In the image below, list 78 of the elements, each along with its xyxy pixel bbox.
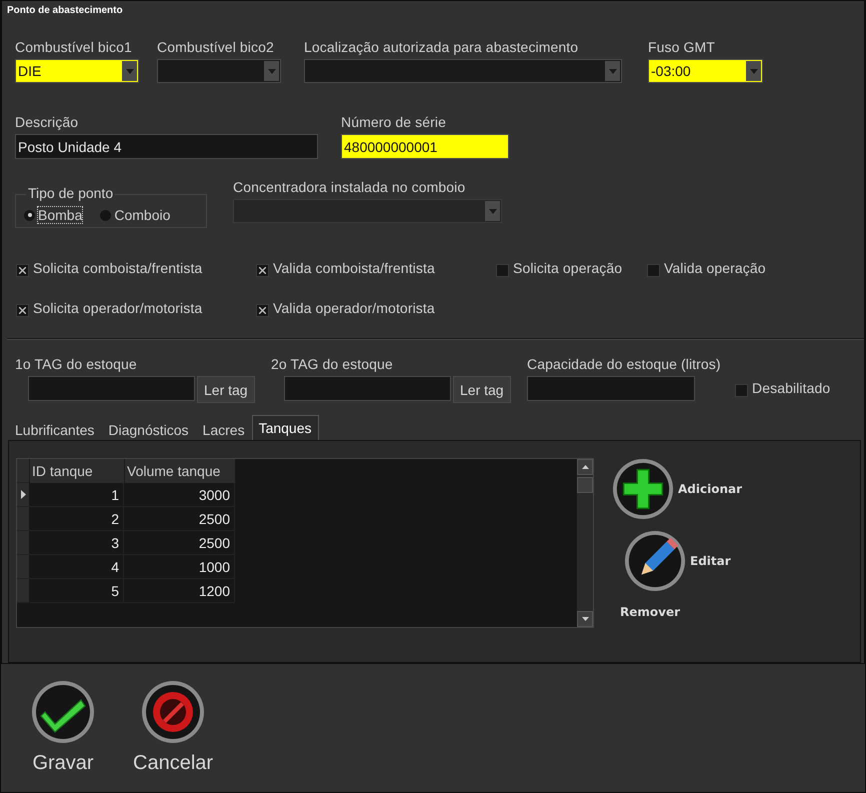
table-cell: 1200 xyxy=(124,579,235,603)
field-label: Combustível bico2 xyxy=(157,39,275,57)
checkbox[interactable] xyxy=(496,264,509,276)
action-button[interactable]: Remover xyxy=(620,602,742,622)
field-label: Concentradora instalada no comboio xyxy=(233,179,466,197)
column-header[interactable]: Volume tanque xyxy=(124,459,235,483)
plus-icon xyxy=(612,458,674,520)
table-cell: 3000 xyxy=(124,483,235,507)
checkbox-label: Solicita comboista/frentista xyxy=(33,260,202,278)
checkbox-label: Desabilitado xyxy=(752,380,830,398)
action-button[interactable]: Adicionar xyxy=(612,458,742,520)
checkbox[interactable] xyxy=(647,264,660,276)
table-cell: 5 xyxy=(29,579,124,603)
table-cell: 1000 xyxy=(124,555,235,579)
read-tag-button[interactable]: Ler tag xyxy=(453,376,511,403)
scroll-up-icon xyxy=(582,465,588,469)
group-title: Ponto de abastecimento xyxy=(7,5,124,18)
table-cell: 3 xyxy=(29,531,124,555)
radio-button[interactable] xyxy=(100,210,112,220)
field-label: 2o TAG do estoque xyxy=(271,356,394,374)
checkbox[interactable] xyxy=(16,304,29,316)
checkbox-label: Valida comboista/frentista xyxy=(273,260,435,278)
field-label: Descrição xyxy=(15,114,80,132)
dropdown-arrow-icon xyxy=(268,68,276,74)
field-label: Fuso GMT xyxy=(648,39,716,57)
dropdown[interactable] xyxy=(157,59,281,83)
table-cell: 1 xyxy=(29,483,124,507)
x-mark-icon xyxy=(19,266,26,274)
checkbox[interactable] xyxy=(16,264,29,276)
x-mark-icon xyxy=(19,306,26,314)
pencil-icon xyxy=(624,530,686,592)
checkbox-label: Solicita operador/motorista xyxy=(33,300,202,318)
dropdown[interactable] xyxy=(304,59,622,83)
scroll-down-icon xyxy=(582,617,588,621)
dropdown-arrow-icon xyxy=(126,68,134,74)
read-tag-button[interactable]: Ler tag xyxy=(197,376,255,403)
row-pointer-icon xyxy=(20,490,26,499)
scroll-thumb[interactable] xyxy=(577,477,593,493)
radio-label: Bomba xyxy=(38,207,82,223)
checkbox[interactable] xyxy=(256,264,269,276)
table-cell: 4 xyxy=(29,555,124,579)
column-header[interactable]: ID tanque xyxy=(29,459,124,483)
dropdown[interactable]: DIE xyxy=(15,59,139,83)
table-cell: 2500 xyxy=(124,507,235,531)
dropdown[interactable]: -03:00 xyxy=(648,59,763,83)
action-button[interactable]: Gravar xyxy=(31,680,95,775)
x-mark-icon xyxy=(259,266,266,274)
scrollbar[interactable] xyxy=(577,459,593,627)
table-cell: 2500 xyxy=(124,531,235,555)
field-label: 1o TAG do estoque xyxy=(15,356,138,374)
action-button[interactable]: Cancelar xyxy=(133,680,214,775)
field-label: Capacidade do estoque (litros) xyxy=(527,356,722,374)
field-label: Combustível bico1 xyxy=(15,39,133,57)
checkmark-icon xyxy=(31,680,95,744)
radio-label: Comboio xyxy=(114,207,170,223)
radio-group-title: Tipo de ponto xyxy=(26,185,116,201)
dropdown-arrow-icon xyxy=(750,68,758,74)
field-label: Localização autorizada para abastecimento xyxy=(304,39,580,57)
prohibited-icon xyxy=(141,680,206,744)
table-cell: 2 xyxy=(29,507,124,531)
checkbox[interactable] xyxy=(256,304,269,316)
text-field[interactable]: Posto Unidade 4 xyxy=(15,134,318,159)
row-header[interactable] xyxy=(17,483,29,507)
checkbox-label: Solicita operação xyxy=(513,260,622,278)
field-label: Número de série xyxy=(341,114,447,132)
action-button[interactable]: Editar xyxy=(624,530,742,592)
text-field[interactable] xyxy=(527,376,695,401)
checkbox[interactable] xyxy=(735,384,748,396)
checkbox-label: Valida operador/motorista xyxy=(273,300,435,318)
dropdown-arrow-icon xyxy=(488,208,496,214)
dropdown-arrow-icon xyxy=(608,68,616,74)
tab[interactable]: Tanques xyxy=(252,415,319,440)
checkbox-label: Valida operação xyxy=(664,260,766,278)
radio-button[interactable] xyxy=(24,210,35,220)
text-field[interactable]: 480000000001 xyxy=(341,134,509,159)
text-field[interactable] xyxy=(284,376,451,401)
text-field[interactable] xyxy=(28,376,195,401)
x-mark-icon xyxy=(259,306,266,314)
